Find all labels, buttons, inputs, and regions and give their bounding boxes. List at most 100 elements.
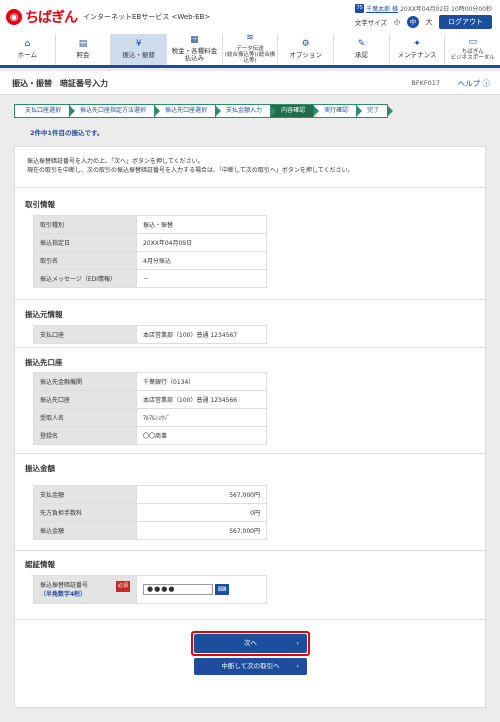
- suspend-next-button[interactable]: 中断して次の取引へ ›: [194, 658, 307, 675]
- service-name: インターネットEBサービス <Web-EB>: [83, 13, 211, 21]
- chevron-right-icon: ›: [296, 662, 299, 670]
- table-row: 振込先口座 本店営業部（100）普通 1234566: [33, 390, 267, 409]
- last-login: 20XX年04月02日 10時00分00秒: [400, 6, 492, 13]
- font-size-medium[interactable]: 中: [407, 16, 419, 28]
- logout-button[interactable]: ログアウト: [439, 15, 492, 29]
- nav-label: 振込・振替: [122, 50, 155, 59]
- table-row: 登録名 〇〇商事: [33, 426, 267, 445]
- row-label: 振込金額: [33, 521, 137, 540]
- logo-mark-icon: ◉: [6, 9, 22, 25]
- divider: [15, 347, 485, 348]
- table-row: 取引種別 振込・振替: [33, 215, 267, 234]
- suspend-button-label: 中断して次の取引へ: [221, 662, 280, 670]
- step-1: 支払口座選択: [14, 104, 76, 118]
- section-title-ninsho: 認証情報: [25, 560, 55, 569]
- progress-text: 2件中1件目の振込です。: [30, 129, 104, 137]
- row-label: 振込先金融機関: [33, 372, 137, 391]
- row-value: 本店営業部（100）普通 1234567: [136, 325, 267, 344]
- table-row: 先方負担手数料 0円: [33, 503, 267, 522]
- user-name-link[interactable]: 千葉太郎 様: [366, 4, 398, 13]
- step-4: 支払金額入力: [215, 104, 277, 118]
- table-row: 振込指定日 20XX年04月09日: [33, 233, 267, 252]
- data-icon: ≋: [246, 33, 254, 44]
- tax-icon: ▦: [190, 35, 199, 46]
- instruction-line-2: 現在の取引を中断し、次の取引の振込振替暗証番号を入力する場合は、「中断して次の取…: [27, 167, 354, 174]
- nav-item-inquiry[interactable]: ▤ 照会: [56, 34, 112, 65]
- table-row: 支払口座 本店営業部（100）普通 1234567: [33, 325, 267, 344]
- row-value: 20XX年04月09日: [136, 233, 267, 252]
- inquiry-icon: ▤: [78, 38, 88, 49]
- row-value: 〇〇商事: [136, 426, 267, 445]
- title-bar: 振込・振替 暗証番号入力 BFKF017 ヘルプ ⓘ: [0, 71, 500, 95]
- nav-item-portal[interactable]: ▭ ちばぎん ビジネスポータル: [445, 34, 500, 65]
- nav-item-approve[interactable]: ✎ 承認: [334, 34, 390, 65]
- row-value: －: [136, 269, 267, 288]
- section-title-moto: 振込元情報: [25, 310, 63, 319]
- table-torihiki: 取引種別 振込・振替 振込指定日 20XX年04月09日 取引名 4月分振込 振込メッ…: [33, 215, 267, 288]
- row-label: 支払口座: [33, 325, 137, 344]
- nav-item-option[interactable]: ⚙ オプション: [278, 34, 335, 65]
- table-ninsho: 必須 振込振替暗証番号 （半角数字4桁） ●●●● ⌨: [33, 575, 267, 604]
- row-value: 千葉銀行（0134）: [136, 372, 267, 391]
- help-link[interactable]: ヘルプ ⓘ: [458, 78, 490, 89]
- row-value: ﾏﾙﾏﾙｼｮｳｼﾞ: [136, 408, 267, 427]
- row-label: 取引名: [33, 251, 137, 270]
- font-size-small[interactable]: 小: [391, 16, 403, 28]
- row-label: 振込指定日: [33, 233, 137, 252]
- divider: [15, 453, 485, 454]
- table-row: 必須 振込振替暗証番号 （半角数字4桁） ●●●● ⌨: [33, 575, 267, 604]
- chevron-right-icon: ›: [296, 639, 299, 647]
- transfer-icon: ¥: [135, 38, 142, 49]
- table-row: 取引名 4月分振込: [33, 251, 267, 270]
- user-info: 75 千葉太郎 様 20XX年04月02日 10時00分00秒: [355, 4, 492, 13]
- row-label: 支払金額: [33, 485, 137, 504]
- table-row: 支払金額 567,000円: [33, 485, 267, 504]
- table-row: 振込メッセージ（EDI情報）－: [33, 269, 267, 288]
- step-indicator: 支払口座選択 振込先口座指定方法選択 振込先口座選択 支払金額入力 内容確認 実…: [14, 104, 394, 118]
- nav-label: 照会: [76, 50, 90, 59]
- table-moto: 支払口座 本店営業部（100）普通 1234567: [33, 325, 267, 344]
- section-title-torihiki: 取引情報: [25, 200, 55, 209]
- step-3: 振込先口座選択: [154, 104, 222, 118]
- screen-id: BFKF017: [411, 79, 440, 87]
- required-badge: 必須: [115, 580, 130, 592]
- table-row: 振込先金融機関 千葉銀行（0134）: [33, 372, 267, 391]
- nav-item-data[interactable]: ≋ データ伝送 (総合振込等)(総合振込等): [223, 34, 279, 65]
- next-button[interactable]: 次へ ›: [194, 634, 307, 653]
- nav-label: ちばぎん ビジネスポータル: [450, 49, 495, 62]
- nav-label: オプション: [289, 50, 322, 59]
- row-value: 0円: [136, 503, 267, 522]
- nav-item-transfer[interactable]: ¥ 振込・振替: [111, 34, 168, 65]
- step-6: 実行確認: [313, 104, 363, 118]
- software-keyboard-icon[interactable]: ⌨: [215, 584, 229, 596]
- row-label: 取引種別: [33, 215, 137, 234]
- font-size-large[interactable]: 大: [423, 16, 435, 28]
- row-label: 登録名: [33, 426, 137, 445]
- row-value: ●●●● ⌨: [136, 575, 267, 604]
- instruction-line-1: 振込振替暗証番号を入力の上、「次へ」ボタンを押してください。: [27, 158, 204, 165]
- option-icon: ⚙: [301, 38, 310, 49]
- divider: [15, 619, 485, 620]
- approve-icon: ✎: [357, 38, 366, 49]
- nav-item-tax[interactable]: ▦ 税金・各種料金 払込み: [167, 34, 223, 65]
- row-label: 受取人名: [33, 408, 137, 427]
- bank-logo: ◉ ちばぎん インターネットEBサービス <Web-EB>: [6, 7, 210, 27]
- nav-item-maintenance[interactable]: ✦ メンテナンス: [390, 34, 446, 65]
- nav-label: 承認: [354, 50, 368, 59]
- nav-label: ホーム: [17, 50, 37, 59]
- page-title: 振込・振替 暗証番号入力: [12, 79, 108, 88]
- table-kingaku: 支払金額 567,000円 先方負担手数料 0円 振込金額 567,000円: [33, 485, 267, 540]
- divider: [15, 187, 485, 188]
- user-icon: 75: [355, 4, 365, 13]
- help-icon: ⓘ: [482, 79, 491, 88]
- row-value: 振込・振替: [136, 215, 267, 234]
- header-controls: 文字サイズ 小 中 大 ログアウト: [355, 15, 492, 29]
- app-header: ◉ ちばぎん インターネットEBサービス <Web-EB> 75 千葉太郎 様 …: [0, 0, 500, 34]
- table-saki: 振込先金融機関 千葉銀行（0134） 振込先口座 本店営業部（100）普通 1234…: [33, 372, 267, 445]
- help-label: ヘルプ: [457, 79, 481, 88]
- row-value: 567,000円: [136, 521, 267, 540]
- pin-input[interactable]: ●●●●: [143, 583, 213, 595]
- font-size-label: 文字サイズ: [354, 19, 387, 27]
- divider: [15, 550, 485, 551]
- nav-item-home[interactable]: ⌂ ホーム: [0, 34, 56, 65]
